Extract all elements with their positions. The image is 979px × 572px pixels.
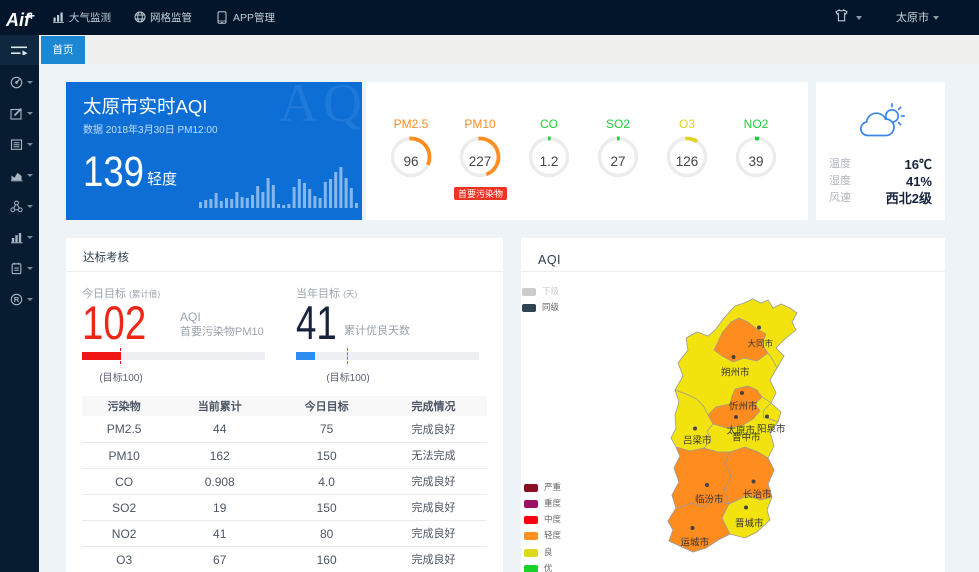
svg-text:忻州市: 忻州市 bbox=[729, 399, 758, 413]
svg-text:晋城市: 晋城市 bbox=[735, 516, 764, 530]
svg-text:运城市: 运城市 bbox=[681, 535, 710, 549]
svg-text:长治市: 长治市 bbox=[743, 487, 772, 501]
svg-text:阳泉市: 阳泉市 bbox=[757, 421, 786, 435]
svg-text:R: R bbox=[14, 294, 20, 305]
svg-text:吕梁市: 吕梁市 bbox=[683, 433, 712, 447]
svg-text:大同市: 大同市 bbox=[748, 338, 774, 350]
svg-text:朔州市: 朔州市 bbox=[721, 365, 750, 379]
svg-text:晋中市: 晋中市 bbox=[732, 430, 761, 444]
svg-text:临汾市: 临汾市 bbox=[695, 492, 724, 506]
